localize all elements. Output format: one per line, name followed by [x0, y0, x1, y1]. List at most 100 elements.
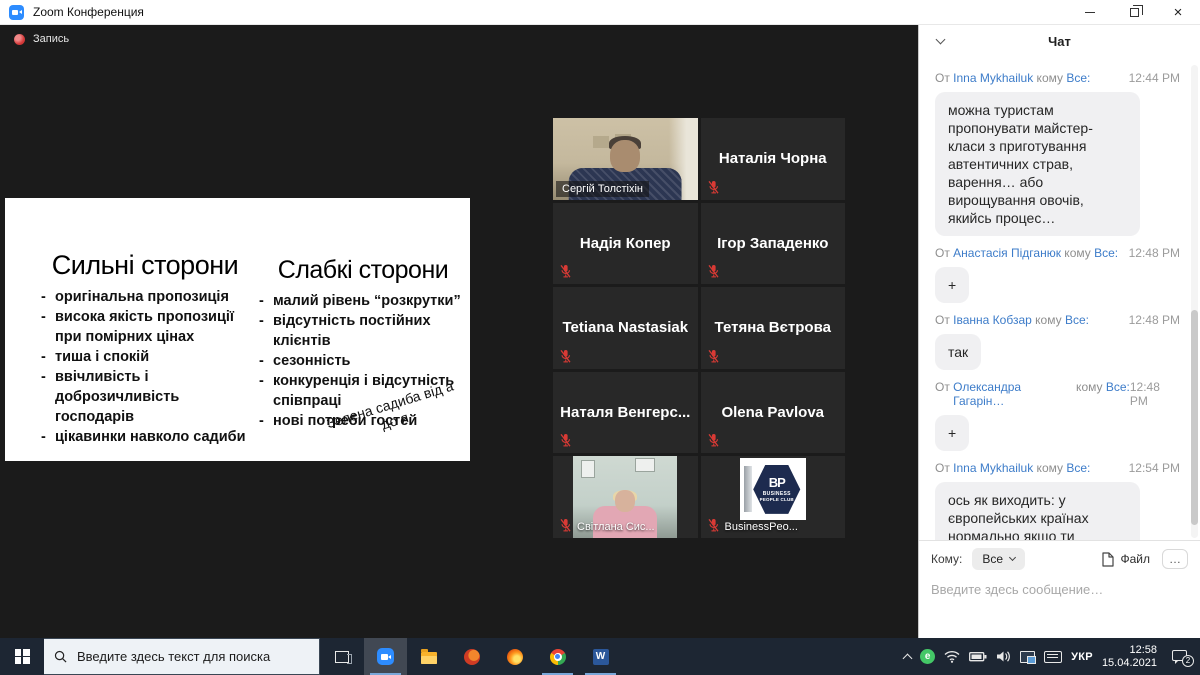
taskbar-app-chrome[interactable] — [536, 638, 579, 675]
taskbar-app-ccleaner[interactable] — [450, 638, 493, 675]
sender-name[interactable]: Олександра Гагарін… — [953, 380, 1073, 408]
chat-message-input[interactable] — [931, 582, 1188, 597]
chat-scrollbar-thumb[interactable] — [1191, 310, 1198, 525]
language-indicator[interactable]: УКР — [1071, 651, 1093, 663]
message-bubble: + — [935, 267, 969, 303]
muted-mic-icon — [559, 349, 572, 364]
taskbar-app-zoom[interactable] — [364, 638, 407, 675]
list-item: -тиша і спокій — [39, 347, 251, 367]
taskbar-search[interactable] — [44, 638, 320, 675]
recipient-dropdown[interactable]: Все — [972, 548, 1025, 570]
participant-name: Світлана Сис... — [577, 521, 655, 533]
minimize-icon — [1085, 12, 1095, 13]
participant-tile[interactable]: Ігор Западенко — [701, 203, 846, 285]
search-icon — [54, 650, 67, 663]
participant-tile[interactable]: Наталя Венгерс... — [553, 372, 698, 454]
participant-tile[interactable]: Надія Копер — [553, 203, 698, 285]
battery-icon[interactable] — [969, 651, 987, 662]
sender-name[interactable]: Inna Mykhailuk — [953, 71, 1033, 85]
antivirus-tray-icon[interactable]: e — [920, 649, 935, 664]
muted-mic-icon — [559, 433, 572, 448]
task-view-button[interactable] — [320, 638, 364, 675]
date: 15.04.2021 — [1102, 657, 1157, 670]
participant-name: Сергій Толстіхін — [556, 181, 649, 197]
task-view-icon — [335, 651, 349, 663]
touch-keyboard-icon[interactable] — [1044, 651, 1062, 663]
message-time: 12:48 PM — [1129, 246, 1186, 260]
firefox-icon — [507, 649, 523, 665]
list-item: -сезонність — [257, 351, 469, 371]
message-bubble: ось як виходить: у європейських країнах … — [935, 482, 1140, 540]
restore-icon — [1130, 8, 1139, 17]
to-label: Кому: — [931, 552, 962, 566]
muted-mic-icon — [707, 518, 720, 533]
windows-logo-icon — [15, 649, 30, 664]
restore-button[interactable] — [1112, 0, 1156, 24]
speaker-icon[interactable] — [996, 650, 1011, 663]
participant-name: Tetiana Nastasiak — [553, 287, 698, 369]
close-button[interactable]: × — [1156, 0, 1200, 24]
start-button[interactable] — [0, 638, 44, 675]
message-time: 12:54 PM — [1129, 461, 1186, 475]
sender-name[interactable]: Inna Mykhailuk — [953, 461, 1033, 475]
slide-strengths-title: Сильні сторони — [39, 250, 251, 281]
message-time: 12:48 PM — [1130, 380, 1186, 408]
meeting-main-area: Запись Сильні сторони -оригінальна пропо… — [0, 25, 918, 638]
window-title: Zoom Конференция — [33, 5, 144, 19]
list-item: -малий рівень “розкрутки” — [257, 291, 469, 311]
participant-name: Ігор Западенко — [701, 203, 846, 285]
participant-tile-svitlana[interactable]: Світлана Сис... — [553, 456, 698, 538]
chat-message: От Inna Mykhailuk кому Все: 12:44 PM мож… — [935, 71, 1186, 236]
chat-message: От Анастасія Підганюк кому Все: 12:48 PM… — [935, 246, 1186, 303]
search-input[interactable] — [77, 649, 307, 664]
sender-name[interactable]: Іванна Кобзар — [953, 313, 1032, 327]
wifi-icon[interactable] — [944, 650, 960, 663]
chat-messages: От Inna Mykhailuk кому Все: 12:44 PM мож… — [919, 63, 1190, 540]
participant-tile[interactable]: Наталія Чорна — [701, 118, 846, 200]
list-item: -цікавинки навколо садиби — [39, 427, 251, 447]
taskbar-app-word[interactable]: W — [579, 638, 622, 675]
more-options-button[interactable]: … — [1162, 549, 1188, 569]
tray-chevron-up-icon[interactable] — [903, 653, 913, 663]
participant-name: Olena Pavlova — [701, 372, 846, 454]
taskbar-app-explorer[interactable] — [407, 638, 450, 675]
chevron-down-icon — [1009, 554, 1016, 561]
chat-message: От Олександра Гагарін… кому Все: 12:48 P… — [935, 380, 1186, 451]
participant-video: Сергій Толстіхін — [553, 118, 698, 200]
chrome-icon — [550, 649, 566, 665]
chat-title: Чат — [919, 34, 1200, 49]
action-center-button[interactable]: 2 — [1172, 649, 1192, 665]
chat-message: От Inna Mykhailuk кому Все: 12:54 PM ось… — [935, 461, 1186, 540]
participant-name: Надія Копер — [553, 203, 698, 285]
participant-tile-serhii[interactable]: Сергій Толстіхін — [553, 118, 698, 200]
list-item: -висока якість пропозиції при помірних ц… — [39, 307, 251, 347]
display-tray-icon[interactable] — [1020, 651, 1035, 663]
slide-weaknesses-title: Слабкі сторони — [257, 256, 469, 285]
message-bubble: так — [935, 334, 981, 370]
muted-mic-icon — [707, 433, 720, 448]
screen: Zoom Конференция × Запись Сильні сторони… — [0, 0, 1200, 675]
participant-name: BusinessPeo... — [725, 521, 798, 533]
participant-tile[interactable]: Тетяна Вєтрова — [701, 287, 846, 369]
file-button[interactable]: Файл — [1101, 552, 1150, 567]
list-item: -ввічливість і доброзичливість господарі… — [39, 367, 251, 427]
close-icon: × — [1174, 5, 1183, 20]
recording-label: Запись — [33, 33, 69, 45]
taskbar-app-firefox[interactable] — [493, 638, 536, 675]
chat-header: Чат — [919, 25, 1200, 57]
chat-panel: Чат От Inna Mykhailuk кому Все: 12:44 PM… — [918, 25, 1200, 638]
participant-tile[interactable]: Olena Pavlova — [701, 372, 846, 454]
zoom-icon — [377, 648, 394, 665]
muted-mic-icon — [707, 264, 720, 279]
minimize-button[interactable] — [1068, 0, 1112, 24]
time: 12:58 — [1102, 644, 1157, 657]
business-people-club-logo: BP BUSINESS PEOPLE CLUB — [753, 463, 801, 515]
word-icon: W — [593, 649, 609, 665]
taskbar-clock[interactable]: 12:58 15.04.2021 — [1102, 644, 1157, 670]
message-bubble: можна туристам пропонувати майстер-класи… — [935, 92, 1140, 236]
participant-tile-businesspeopleclub[interactable]: BP BUSINESS PEOPLE CLUB BusinessPeo... — [701, 456, 846, 538]
chat-footer: Кому: Все Файл … — [919, 540, 1200, 638]
participant-tile[interactable]: Tetiana Nastasiak — [553, 287, 698, 369]
sender-name[interactable]: Анастасія Підганюк — [953, 246, 1061, 260]
window-controls: × — [1068, 0, 1200, 24]
